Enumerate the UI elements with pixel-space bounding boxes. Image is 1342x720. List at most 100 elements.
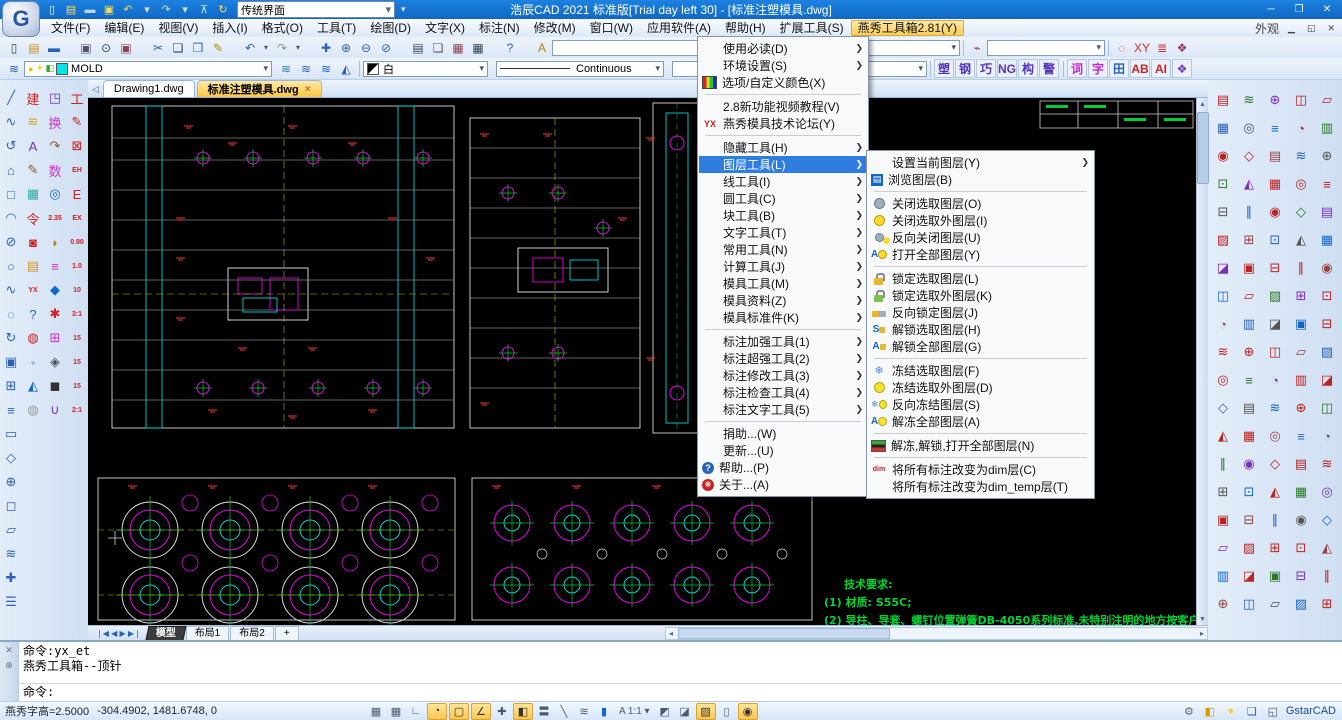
status-toggle-button[interactable]: ▦	[367, 704, 385, 719]
quick-access-button[interactable]: ↶	[120, 2, 136, 17]
mold-tool-icon[interactable]: ◫	[1314, 394, 1340, 422]
status-right-icon[interactable]: ⚙	[1181, 704, 1197, 719]
mold-tool-icon[interactable]: ▣	[1210, 506, 1236, 534]
submenu-item[interactable]: 打开全部图层(Y)	[868, 246, 1093, 263]
dropdown-menu-item[interactable]: 环境设置(S)	[699, 57, 867, 74]
mold-tool-icon[interactable]: ⊞	[1314, 590, 1340, 618]
dock-tool-icon[interactable]: ◎	[45, 182, 65, 206]
mold-tool-icon[interactable]: ≋	[1236, 86, 1262, 114]
mold-tool-icon[interactable]: ⊕	[1288, 394, 1314, 422]
close-command-window-icon[interactable]: ✕	[5, 645, 13, 656]
submenu-item[interactable]: 反向冻结图层(S)	[868, 396, 1093, 413]
toolbar-button[interactable]: ▦	[448, 39, 468, 57]
toolbar-button[interactable]: ▤	[24, 39, 44, 57]
dropdown-menu-item[interactable]: 帮助...(P)	[699, 459, 867, 476]
mold-tool-icon[interactable]: ◉	[1262, 198, 1288, 226]
submenu-item[interactable]: 将所有标注改变为dim_temp层(T)	[868, 478, 1093, 495]
dropdown-menu-item[interactable]: 文字工具(T)	[699, 224, 867, 241]
dropdown-menu-item[interactable]: 使用必读(D)	[699, 40, 867, 57]
dim-style-combo[interactable]: ▾	[987, 40, 1105, 56]
menu-bar-item[interactable]: 绘图(D)	[363, 20, 418, 36]
draw-tool-icon[interactable]: ☰	[1, 590, 21, 614]
dock-tool-icon[interactable]: ◳	[45, 86, 65, 110]
mold-tool-icon[interactable]: ◭	[1262, 478, 1288, 506]
dock-tool-icon[interactable]: ▪	[23, 350, 43, 374]
mold-tool-icon[interactable]: ◔	[1314, 422, 1340, 450]
mold-tool-icon[interactable]: ◫	[1210, 282, 1236, 310]
mold-tool-icon[interactable]: ◎	[1262, 422, 1288, 450]
dock-tool-icon[interactable]: 令	[23, 206, 43, 230]
dropdown-menu-item[interactable]: 关于...(A)	[699, 476, 867, 493]
dock-tool-icon[interactable]: ◆	[45, 278, 65, 302]
mdi-close-button[interactable]: ✕	[1324, 23, 1338, 34]
status-toggle-button[interactable]: ∠	[471, 703, 491, 720]
menu-bar-item[interactable]: 帮助(H)	[718, 20, 773, 36]
vertical-scroll-thumb[interactable]	[1197, 112, 1209, 184]
draw-tool-icon[interactable]: ▱	[1, 518, 21, 542]
mold-tool-icon[interactable]: ◭	[1314, 534, 1340, 562]
draw-tool-icon[interactable]: ◌	[1, 302, 21, 326]
status-toggle-button[interactable]: ▯	[718, 704, 736, 719]
toolbar-button[interactable]: ?	[500, 39, 520, 57]
menu-bar-item[interactable]: 工具(T)	[310, 20, 363, 36]
dropdown-menu-item[interactable]: 图层工具(L)	[699, 156, 867, 173]
mold-tool-icon[interactable]: ≡	[1288, 422, 1314, 450]
mold-tool-icon[interactable]: ⊟	[1288, 562, 1314, 590]
draw-tool-icon[interactable]: ◇	[1, 446, 21, 470]
scroll-down-icon[interactable]: ▼	[1199, 613, 1206, 625]
dock-tool-icon[interactable]: ⊠	[67, 134, 87, 158]
mold-tool-icon[interactable]: ▱	[1236, 282, 1262, 310]
dock-tool-icon[interactable]: ✎	[23, 158, 43, 182]
document-tab[interactable]: 标准注塑模具.dwg ×	[197, 80, 322, 97]
toolbar-button[interactable]: ◌	[1112, 39, 1132, 57]
dock-tool-icon[interactable]: 换	[45, 110, 65, 134]
draw-tool-icon[interactable]: ∿	[1, 110, 21, 134]
yanxiu-tool-button[interactable]: 塑	[934, 59, 954, 78]
mold-tool-icon[interactable]: ⊡	[1288, 534, 1314, 562]
layer-combo[interactable]: ● ☀ ◧ MOLD ▾	[24, 61, 272, 77]
mold-tool-icon[interactable]: ▥	[1210, 562, 1236, 590]
toolbar-button[interactable]: ⊕	[336, 39, 356, 57]
mold-tool-icon[interactable]: ▦	[1210, 114, 1236, 142]
mold-tool-icon[interactable]: ◇	[1210, 394, 1236, 422]
scroll-right-icon[interactable]: ▸	[1197, 629, 1207, 638]
close-tab-icon[interactable]: ×	[305, 84, 311, 95]
dock-tool-icon[interactable]: ▦	[23, 182, 43, 206]
dock-tool-icon[interactable]: ◗	[45, 230, 65, 254]
mold-tool-icon[interactable]: ▣	[1288, 310, 1314, 338]
yanxiu-text-tool-button[interactable]: 字	[1088, 59, 1108, 78]
dropdown-menu-item[interactable]: 更新...(U)	[699, 442, 867, 459]
mold-tool-icon[interactable]: ⊟	[1236, 506, 1262, 534]
dropdown-menu-item[interactable]: 模具标准件(K)	[699, 309, 867, 326]
mold-tool-icon[interactable]: ◉	[1236, 450, 1262, 478]
menu-bar-item[interactable]: 格式(O)	[255, 20, 310, 36]
toolbar-button[interactable]: ▾	[292, 39, 304, 57]
mold-tool-icon[interactable]: ⊟	[1210, 198, 1236, 226]
mold-tool-icon[interactable]: ▦	[1262, 170, 1288, 198]
submenu-item[interactable]: 关闭选取外图层(I)	[868, 212, 1093, 229]
toolbar-button[interactable]: ▤	[408, 39, 428, 57]
dock-tool-icon[interactable]: ∪	[45, 398, 65, 422]
mold-tool-icon[interactable]: ▱	[1314, 86, 1340, 114]
vertical-scrollbar[interactable]: ▲ ▼	[1196, 98, 1208, 625]
dock-tool-icon[interactable]: ✱	[45, 302, 65, 326]
dropdown-menu-item[interactable]: 圆工具(C)	[699, 190, 867, 207]
mold-tool-icon[interactable]: ▤	[1210, 86, 1236, 114]
mold-tool-icon[interactable]: ∥	[1210, 450, 1236, 478]
quick-access-button[interactable]: ⊼	[196, 2, 212, 17]
dock-tool-icon[interactable]: ◼	[45, 374, 65, 398]
yanxiu-tool-button[interactable]: 构	[1018, 59, 1038, 78]
dock-tool-icon[interactable]: 2.35	[45, 206, 65, 230]
mold-tool-icon[interactable]: ⊡	[1236, 478, 1262, 506]
dropdown-menu-item[interactable]: 标注超强工具(2)	[699, 350, 867, 367]
mold-tool-icon[interactable]: ▦	[1314, 226, 1340, 254]
workspace-combo[interactable]: 传统界面 ▾	[237, 1, 395, 18]
mold-tool-icon[interactable]: ≋	[1314, 450, 1340, 478]
mold-tool-icon[interactable]: ≡	[1236, 366, 1262, 394]
draw-tool-icon[interactable]: ∿	[1, 278, 21, 302]
scroll-left-icon[interactable]: ◂	[666, 629, 676, 638]
submenu-item[interactable]: 反向关闭图层(U)	[868, 229, 1093, 246]
command-input[interactable]: 命令:	[19, 684, 1342, 701]
draw-tool-icon[interactable]: ↻	[1, 326, 21, 350]
yanxiu-tool-button[interactable]: 钢	[955, 59, 975, 78]
